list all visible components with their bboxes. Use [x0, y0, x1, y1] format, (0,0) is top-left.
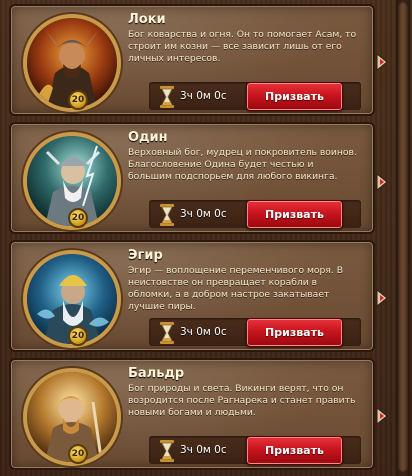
hourglass-icon — [159, 86, 175, 108]
summon-timer: 3ч 0м 0с — [180, 90, 227, 102]
level-badge: 20 — [68, 90, 88, 110]
level-badge: 20 — [68, 208, 88, 228]
level-badge: 20 — [68, 326, 88, 346]
hourglass-icon — [159, 440, 175, 462]
level-badge: 20 — [68, 444, 88, 464]
summon-timer: 3ч 0м 0с — [180, 208, 227, 220]
god-name: Бальдр — [128, 366, 185, 381]
god-card-baldr: 20 Бальдр Бог природы и света. Викинги в… — [9, 358, 375, 470]
summon-button[interactable]: Призвать — [246, 436, 343, 465]
god-name: Локи — [128, 12, 166, 27]
chevron-right-icon[interactable] — [374, 172, 390, 192]
god-description: Верховный бог, мудрец и покровитель воин… — [128, 147, 357, 182]
summon-timer: 3ч 0м 0с — [180, 444, 227, 456]
god-card-odin: 20 Один Верховный бог, мудрец и покровит… — [9, 122, 375, 234]
scrollbar-thumb[interactable] — [398, 2, 408, 472]
summon-button[interactable]: Призвать — [246, 82, 343, 111]
god-card-loki: 20 Локи Бог коварства и огня. Он то помо… — [9, 4, 375, 116]
chevron-right-icon[interactable] — [374, 52, 390, 72]
god-description: Бог коварства и огня. Он то помогает Аса… — [128, 29, 357, 64]
hourglass-icon — [159, 322, 175, 344]
god-card-aegir: 20 Эгир Эгир — воплощение переменчивого … — [9, 240, 375, 352]
god-name: Эгир — [128, 248, 163, 263]
chevron-right-icon[interactable] — [374, 406, 390, 426]
summon-timer: 3ч 0м 0с — [180, 326, 227, 338]
god-name: Один — [128, 130, 168, 145]
summon-button[interactable]: Призвать — [246, 318, 343, 347]
summon-button[interactable]: Призвать — [246, 200, 343, 229]
god-description: Эгир — воплощение переменчивого моря. В … — [128, 265, 344, 312]
god-description: Бог природы и света. Викинги верят, что … — [128, 383, 356, 418]
hourglass-icon — [159, 204, 175, 226]
chevron-right-icon[interactable] — [374, 288, 390, 308]
